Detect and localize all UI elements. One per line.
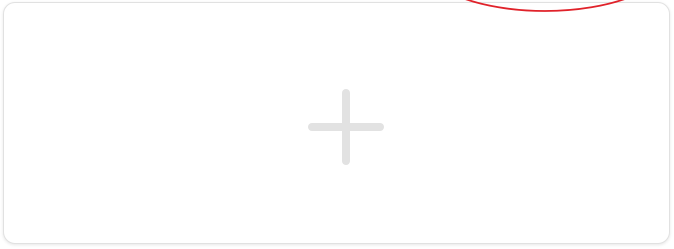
canvas <box>0 0 674 249</box>
add-item-card[interactable] <box>3 2 670 244</box>
plus-icon[interactable] <box>308 89 384 165</box>
plus-icon-vertical-bar <box>342 89 350 165</box>
